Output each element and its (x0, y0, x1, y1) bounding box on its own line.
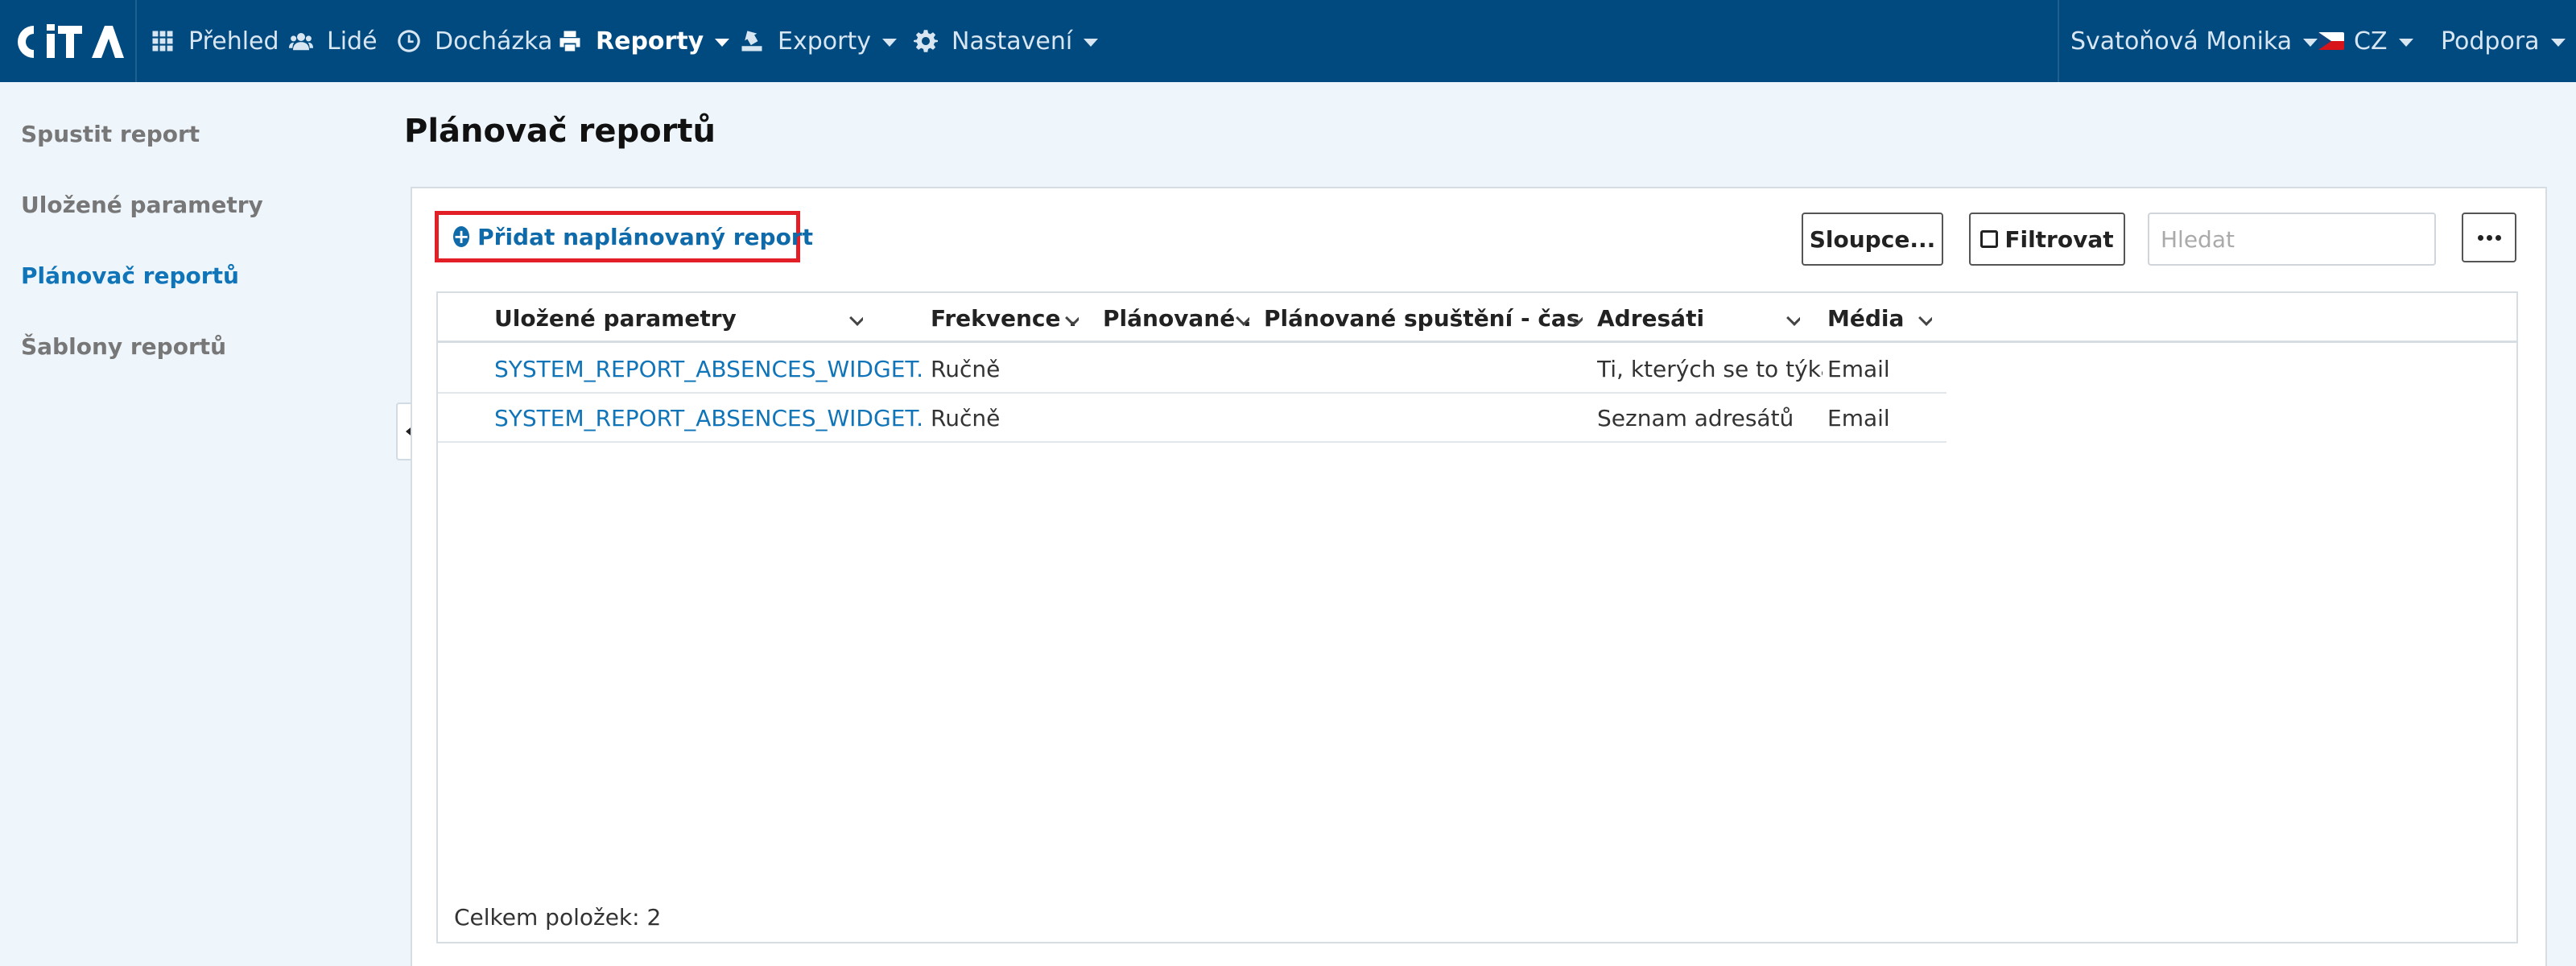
chevron-down-icon (2550, 39, 2566, 47)
language-menu[interactable]: CZ (2318, 0, 2413, 82)
column-header-frequency[interactable]: Frekvence ... (931, 293, 1079, 343)
nav-item-dochazka[interactable]: Docházka (394, 0, 552, 82)
printer-icon (555, 27, 584, 56)
cell-media: Email (1827, 405, 1890, 431)
sidebar-item-sablony-reportu[interactable]: Šablony reportů (21, 333, 226, 360)
column-header-planned[interactable]: Plánované ... (1103, 293, 1249, 343)
column-header-media[interactable]: Média (1827, 293, 1932, 343)
cell-planned (1103, 394, 1256, 443)
columns-button[interactable]: Sloupce... (1802, 213, 1943, 266)
cita-logo[interactable] (14, 23, 124, 61)
czech-flag-icon (2318, 32, 2344, 50)
cell-recipients: Seznam adresátů (1597, 405, 1794, 431)
more-options-button[interactable] (2462, 213, 2516, 262)
nav-label: Nastavení (952, 27, 1073, 56)
filter-button[interactable]: Filtrovat (1969, 213, 2125, 266)
nav-label: Přehled (188, 27, 279, 56)
nav-label: Docházka (435, 27, 553, 56)
total-items-label: Celkem položek: 2 (454, 904, 662, 931)
search-input[interactable] (2148, 213, 2436, 266)
cell-planned-time (1264, 345, 1586, 394)
cell-frequency: Ručně (931, 405, 1001, 431)
scheduled-reports-table: Uložené parametry Frekvence ... Plánovan… (436, 291, 2518, 943)
support-menu[interactable]: Podpora (2441, 0, 2566, 82)
add-button-label: Přidat naplánovaný report (477, 223, 813, 250)
sort-chevron-icon[interactable] (1918, 310, 1932, 326)
plus-circle-icon: + (453, 225, 470, 248)
gear-icon (911, 27, 940, 56)
ellipsis-icon (2477, 234, 2483, 241)
cell-planned (1103, 345, 1256, 394)
logo-separator (135, 0, 137, 82)
grid-icon (148, 27, 177, 56)
checkbox-icon (1980, 230, 1999, 248)
sort-chevron-icon[interactable] (849, 310, 863, 326)
chevron-down-icon (1084, 39, 1099, 47)
table-row[interactable]: SYSTEM_REPORT_ABSENCES_WIDGET... Ručně T… (438, 345, 1946, 394)
add-scheduled-report-button[interactable]: + Přidat naplánovaný report (435, 211, 813, 262)
chevron-down-icon (715, 39, 730, 47)
clock-icon (394, 27, 423, 56)
nav-label: Exporty (778, 27, 871, 56)
sidebar-item-spustit-report[interactable]: Spustit report (21, 121, 200, 147)
filter-button-label: Filtrovat (2004, 225, 2114, 253)
nav-item-prehled[interactable]: Přehled (148, 0, 279, 82)
cell-recipients: Ti, kterých se to týká (1597, 356, 1823, 382)
user-menu[interactable]: Svatoňová Monika (2070, 0, 2318, 82)
chevron-down-icon (2303, 39, 2318, 47)
top-navigation-bar: Přehled Lidé Docházka Reporty Exporty Na… (0, 0, 2576, 82)
user-name: Svatoňová Monika (2070, 27, 2293, 56)
language-label: CZ (2354, 27, 2388, 56)
cell-saved-params-link[interactable]: SYSTEM_REPORT_ABSENCES_WIDGET... (494, 345, 921, 394)
nav-item-lide[interactable]: Lidé (287, 0, 378, 82)
chevron-down-icon (881, 39, 897, 47)
page-title: Plánovač reportů (404, 113, 716, 150)
nav-label: Reporty (596, 27, 704, 56)
columns-button-label: Sloupce... (1809, 225, 1936, 253)
cell-planned-time (1264, 394, 1586, 443)
cell-saved-params-link[interactable]: SYSTEM_REPORT_ABSENCES_WIDGET... (494, 394, 921, 443)
right-separator (2058, 0, 2059, 82)
sort-chevron-icon[interactable] (1786, 310, 1800, 326)
table-header: Uložené parametry Frekvence ... Plánovan… (438, 293, 2516, 343)
nav-item-reporty[interactable]: Reporty (555, 0, 730, 82)
column-header-recipients[interactable]: Adresáti (1597, 293, 1800, 343)
nav-label: Lidé (327, 27, 378, 56)
column-header-saved-params[interactable]: Uložené parametry (494, 293, 863, 343)
cell-frequency: Ručně (931, 356, 1001, 382)
chevron-down-icon (2398, 39, 2413, 47)
nav-item-nastaveni[interactable]: Nastavení (911, 0, 1099, 82)
sidebar-item-planovac-reportu[interactable]: Plánovač reportů (21, 262, 239, 289)
users-icon (287, 27, 316, 56)
export-icon (737, 27, 766, 56)
nav-item-exporty[interactable]: Exporty (737, 0, 897, 82)
support-label: Podpora (2441, 27, 2540, 56)
column-header-planned-time[interactable]: Plánované spuštění - čas (1264, 293, 1583, 343)
cell-media: Email (1827, 356, 1890, 382)
sidebar-item-ulozene-parametry[interactable]: Uložené parametry (21, 192, 263, 218)
table-row[interactable]: SYSTEM_REPORT_ABSENCES_WIDGET... Ručně S… (438, 394, 1946, 443)
